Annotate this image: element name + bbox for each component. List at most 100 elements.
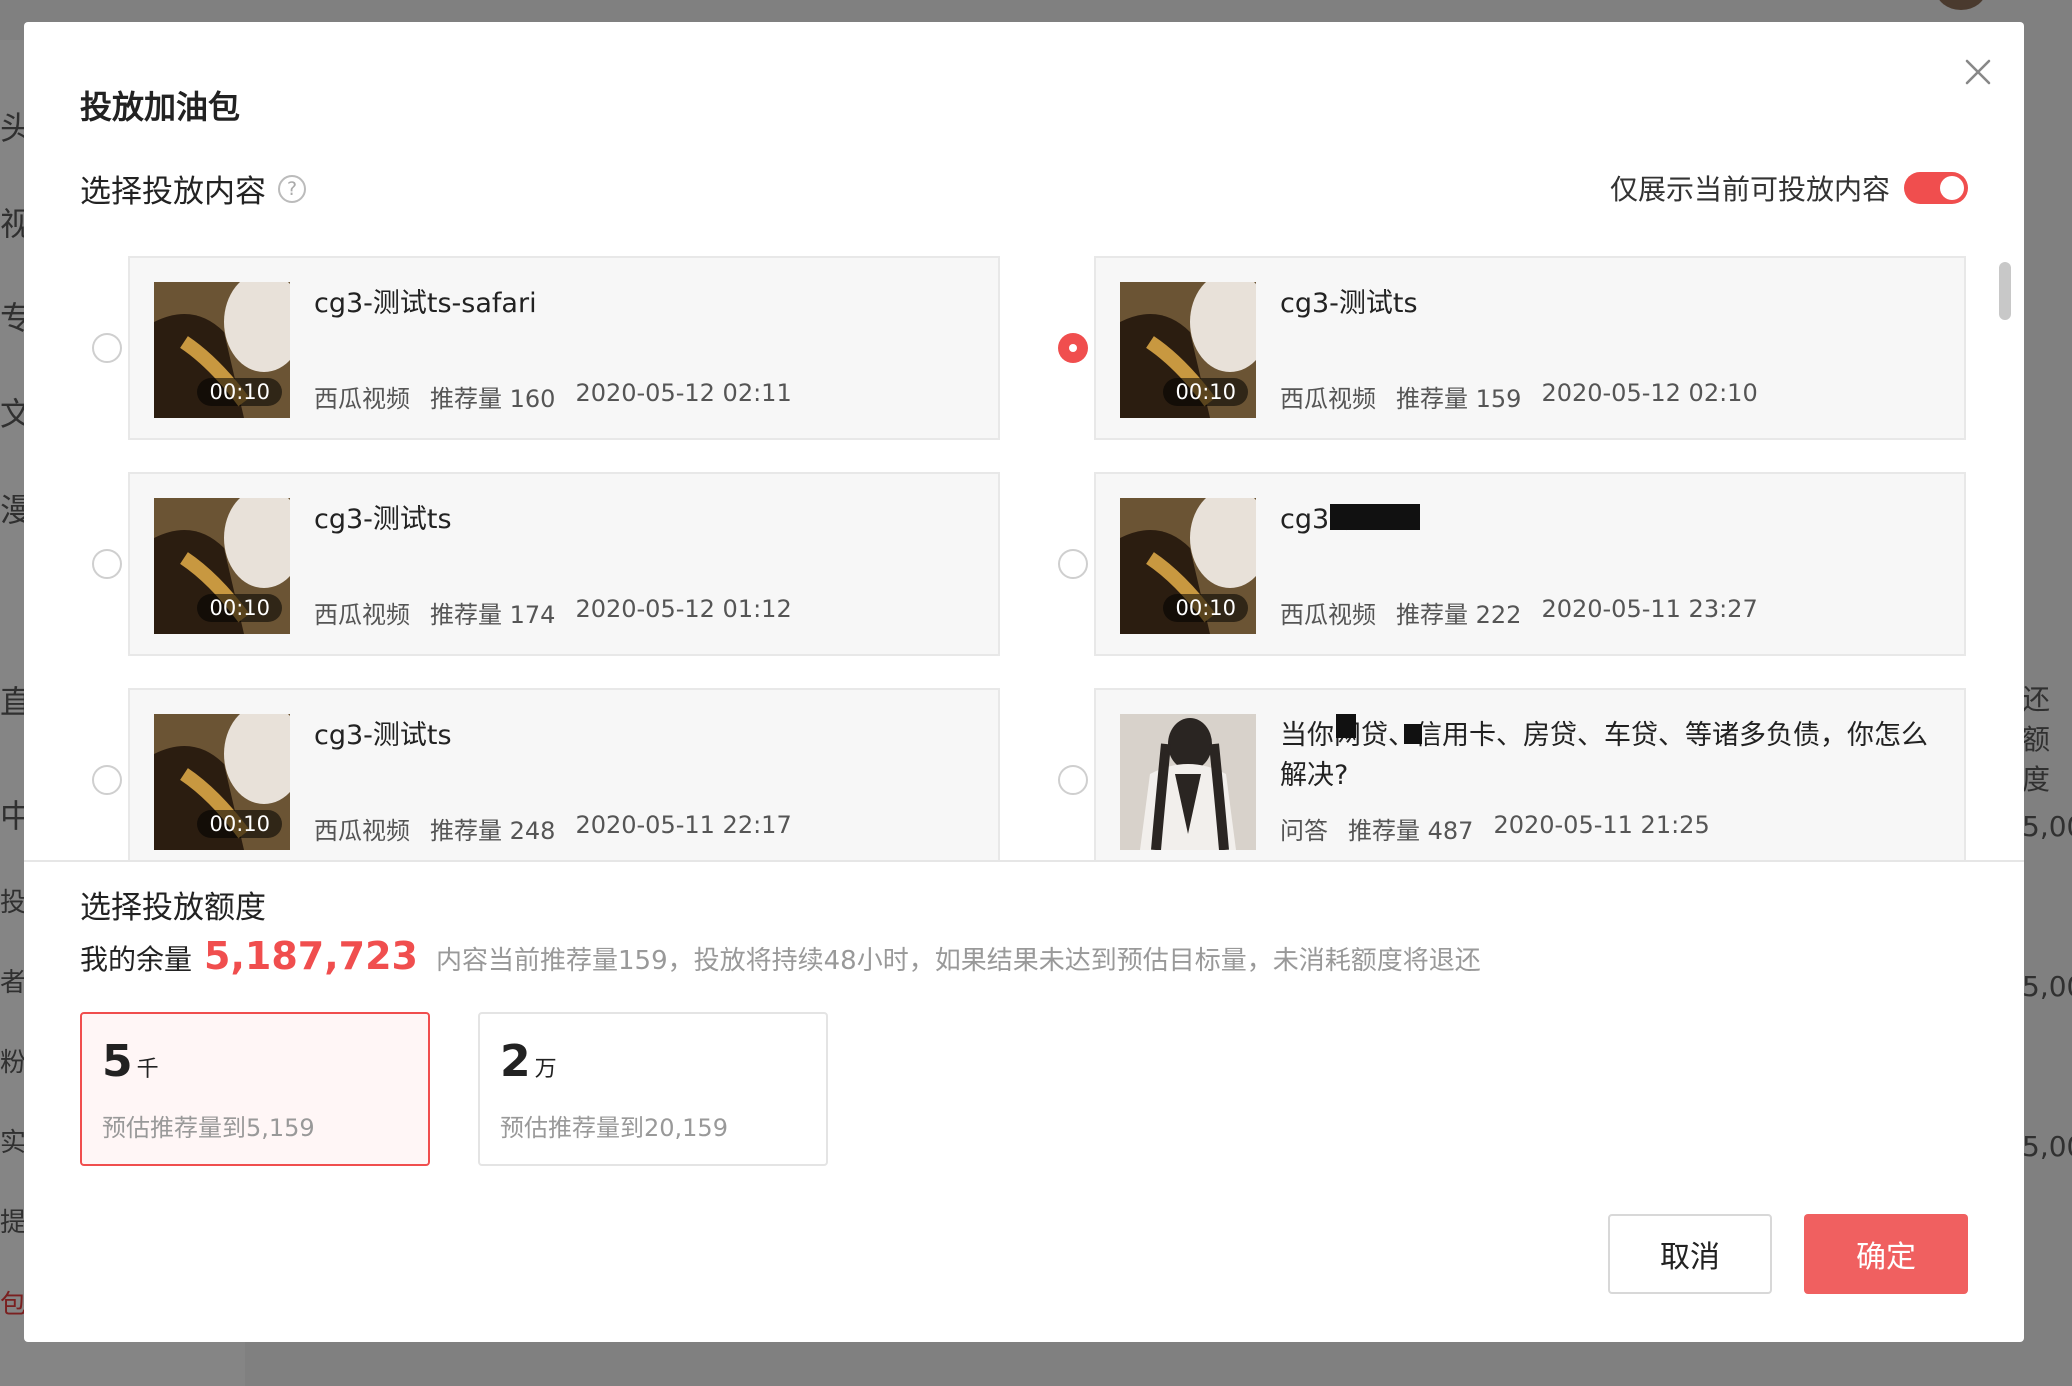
bg-nav-text: 实	[0, 1128, 27, 1158]
list-scrollbar[interactable]	[1996, 260, 2014, 860]
scrollbar-thumb[interactable]	[1999, 262, 2011, 320]
balance-line: 我的余量 5,187,723 内容当前推荐量159，投放将持续48小时，如果结果…	[80, 934, 1481, 978]
bg-nav-text: 者	[0, 968, 27, 998]
content-time: 2020-05-12 01:12	[575, 595, 792, 623]
balance-label: 我的余量	[80, 943, 193, 976]
bg-right-text: 5,00	[2022, 810, 2072, 843]
video-thumbnail: 00:10	[154, 714, 290, 850]
bg-nav-text: 提	[0, 1208, 27, 1238]
option-value: 2 万	[500, 1036, 557, 1087]
content-radio[interactable]	[92, 765, 122, 795]
content-card[interactable]: 00:10 cg3-测试ts 西瓜视频 推荐量 174 2020-05-12 0…	[128, 472, 1000, 656]
section-divider	[24, 860, 2024, 862]
option-description: 预估推荐量到20,159	[500, 1114, 728, 1142]
content-source: 西瓜视频	[314, 385, 410, 413]
content-title: 当你网贷、信用卡、房贷、车贷、等诸多负债，你怎么解决?	[1280, 720, 1928, 791]
bg-nav-text: 投	[0, 888, 27, 918]
content-section-title: 选择投放内容 ?	[80, 166, 306, 211]
video-thumbnail: 00:10	[1120, 282, 1256, 418]
confirm-button[interactable]: 确定	[1804, 1214, 1968, 1294]
toggle-label: 仅展示当前可投放内容	[1609, 173, 1890, 206]
option-unit: 万	[534, 1057, 557, 1082]
video-thumbnail: 00:10	[154, 498, 290, 634]
balance-note: 内容当前推荐量159，投放将持续48小时，如果结果未达到预估目标量，未消耗额度将…	[435, 946, 1481, 976]
option-description: 预估推荐量到5,159	[102, 1114, 315, 1142]
content-source: 西瓜视频	[314, 817, 410, 845]
available-only-toggle-area: 仅展示当前可投放内容	[1610, 168, 1968, 208]
video-duration: 00:10	[1163, 378, 1248, 406]
content-radio[interactable]	[92, 549, 122, 579]
amount-option-20k[interactable]: 2 万 预估推荐量到20,159	[478, 1012, 828, 1166]
amount-section-title: 选择投放额度	[80, 890, 266, 926]
content-time: 2020-05-12 02:11	[575, 379, 792, 407]
content-radio-selected[interactable]	[1058, 333, 1088, 363]
content-row: 00:10 cg3-测试ts 西瓜视频 推荐量 174 2020-05-12 0…	[24, 472, 1994, 656]
content-source: 西瓜视频	[314, 601, 410, 629]
video-thumbnail: 00:10	[154, 282, 290, 418]
bg-right-text: 还额度	[2022, 683, 2051, 796]
available-only-toggle[interactable]	[1904, 172, 1968, 204]
video-duration: 00:10	[1163, 594, 1248, 622]
content-title: cg3-测试ts-safari	[314, 288, 537, 319]
content-meta: 西瓜视频 推荐量 222 2020-05-11 23:27	[1280, 595, 1758, 630]
balance-value: 5,187,723	[204, 934, 418, 978]
content-section-label: 选择投放内容	[80, 174, 266, 210]
content-time: 2020-05-11 21:25	[1493, 811, 1710, 839]
qa-thumbnail	[1120, 714, 1256, 850]
video-duration: 00:10	[197, 378, 282, 406]
content-title: cg3-测试ts	[314, 504, 452, 535]
content-card[interactable]: 00:10 cg3-测试ts 西瓜视频 推荐量 159 2020-05-12 0…	[1094, 256, 1966, 440]
content-card[interactable]: 当你网贷、信用卡、房贷、车贷、等诸多负债，你怎么解决? 问答 推荐量 487 2…	[1094, 688, 1966, 860]
question-circle-icon[interactable]: ?	[278, 174, 306, 203]
content-recommend: 推荐量 248	[430, 817, 556, 845]
content-list[interactable]: 00:10 cg3-测试ts-safari 西瓜视频 推荐量 160 2020-…	[24, 232, 2024, 860]
amount-option-5k[interactable]: 5 千 预估推荐量到5,159	[80, 1012, 430, 1166]
content-title: cg3-测试ts	[314, 720, 452, 751]
bg-right-text: 5,00	[2022, 970, 2072, 1003]
content-meta: 问答 推荐量 487 2020-05-11 21:25	[1280, 811, 1710, 846]
content-recommend: 推荐量 159	[1396, 385, 1522, 413]
content-card[interactable]: 00:10 cg3-测试ts 西瓜视频 推荐量 222 2020-05-11 2…	[1094, 472, 1966, 656]
content-radio[interactable]	[1058, 765, 1088, 795]
content-row: 00:10 cg3-测试ts-safari 西瓜视频 推荐量 160 2020-…	[24, 256, 1994, 440]
content-source: 西瓜视频	[1280, 385, 1376, 413]
option-number: 5	[102, 1036, 133, 1087]
redaction-mark	[1330, 504, 1420, 530]
bg-nav-text: 包	[0, 1290, 27, 1320]
content-meta: 西瓜视频 推荐量 174 2020-05-12 01:12	[314, 595, 792, 630]
content-radio[interactable]	[92, 333, 122, 363]
content-source: 西瓜视频	[1280, 601, 1376, 629]
content-time: 2020-05-12 02:10	[1541, 379, 1758, 407]
content-recommend: 推荐量 222	[1396, 601, 1522, 629]
video-duration: 00:10	[197, 594, 282, 622]
option-number: 2	[500, 1036, 531, 1087]
content-meta: 西瓜视频 推荐量 248 2020-05-11 22:17	[314, 811, 792, 846]
content-row: 00:10 cg3-测试ts 西瓜视频 推荐量 248 2020-05-11 2…	[24, 688, 1994, 860]
video-duration: 00:10	[197, 810, 282, 838]
modal-title: 投放加油包	[80, 88, 241, 126]
close-button[interactable]	[1958, 52, 1998, 92]
content-recommend: 推荐量 160	[430, 385, 556, 413]
redaction-mark	[1404, 724, 1422, 744]
content-card[interactable]: 00:10 cg3-测试ts 西瓜视频 推荐量 248 2020-05-11 2…	[128, 688, 1000, 860]
toggle-knob	[1940, 176, 1964, 200]
content-recommend: 推荐量 487	[1348, 817, 1474, 845]
redaction-mark	[1336, 714, 1356, 738]
boost-package-modal: 投放加油包 选择投放内容 ? 仅展示当前可投放内容 00:10 cg3-测试ts…	[24, 22, 2024, 1342]
cancel-button[interactable]: 取消	[1608, 1214, 1772, 1294]
content-title: cg3-测试ts	[1280, 288, 1418, 319]
content-time: 2020-05-11 23:27	[1541, 595, 1758, 623]
content-meta: 西瓜视频 推荐量 159 2020-05-12 02:10	[1280, 379, 1758, 414]
option-unit: 千	[136, 1057, 159, 1082]
content-meta: 西瓜视频 推荐量 160 2020-05-12 02:11	[314, 379, 792, 414]
content-card[interactable]: 00:10 cg3-测试ts-safari 西瓜视频 推荐量 160 2020-…	[128, 256, 1000, 440]
video-thumbnail: 00:10	[1120, 498, 1256, 634]
content-time: 2020-05-11 22:17	[575, 811, 792, 839]
close-icon	[1965, 59, 1991, 85]
content-radio[interactable]	[1058, 549, 1088, 579]
content-source: 问答	[1280, 817, 1328, 845]
bg-nav-text: 粉	[0, 1048, 27, 1078]
option-value: 5 千	[102, 1036, 159, 1087]
bg-right-text: 5,00	[2022, 1130, 2072, 1163]
content-recommend: 推荐量 174	[430, 601, 556, 629]
